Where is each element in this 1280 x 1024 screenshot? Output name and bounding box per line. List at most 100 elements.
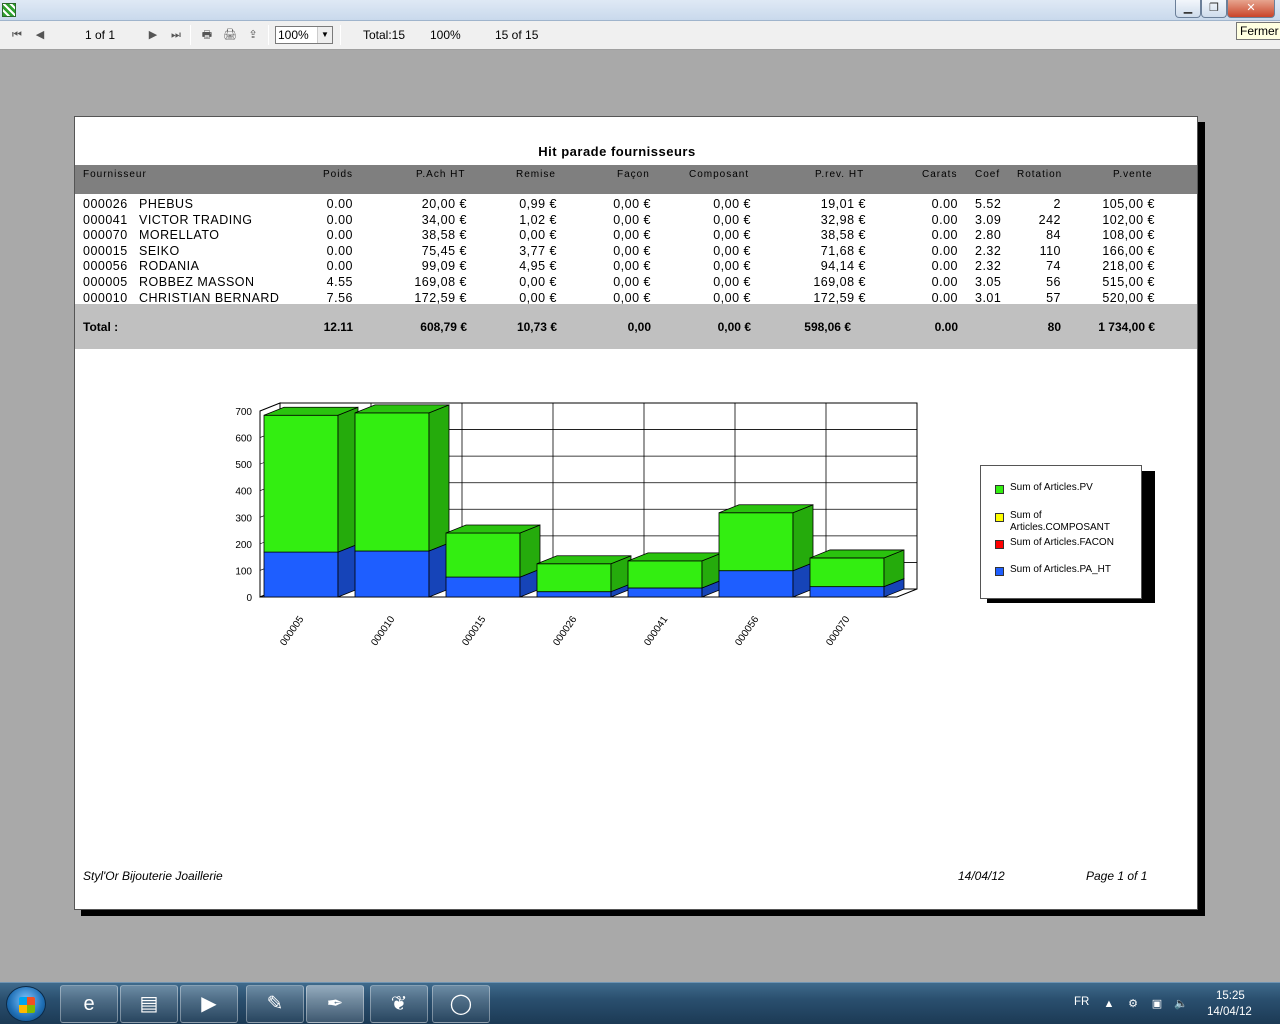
- cell-rotation: 242: [1038, 212, 1061, 227]
- cell-poids: 0.00: [326, 212, 353, 227]
- col-pvente: P.vente: [1113, 169, 1153, 180]
- total-composant: 0,00 €: [717, 320, 751, 334]
- bar-side: [428, 404, 450, 552]
- cell-composant: 0,00 €: [713, 275, 751, 289]
- file-explorer-icon[interactable]: ▤: [120, 985, 178, 1023]
- cell-pach: 172,59 €: [414, 290, 467, 305]
- cell-pvente: 520,00 €: [1102, 290, 1155, 305]
- cell-pach: 20,00 €: [421, 197, 467, 211]
- clock-date[interactable]: 14/04/12: [1207, 1006, 1252, 1018]
- media-player-icon[interactable]: ▶: [180, 985, 238, 1023]
- printer-setup-icon[interactable]: 🖨: [222, 28, 238, 42]
- page-indicator: 1 of 1: [85, 28, 116, 42]
- col-remise: Remise: [516, 169, 556, 180]
- report-toolbar: ⏮ ◀ 1 of 1 ▶ ⏭ 🖶 🖨 ⇪ 100% ▼ Total:15 100…: [0, 21, 1280, 50]
- report-page: Hit parade fournisseurs Fournisseur Poid…: [74, 116, 1198, 910]
- network-icon[interactable]: ▣: [1150, 997, 1164, 1011]
- action-center-icon[interactable]: ⚙: [1126, 997, 1140, 1011]
- cell-rotation: 2: [1053, 197, 1061, 211]
- cell-coef: 2.32: [975, 243, 1002, 258]
- y-tick-label: 300: [235, 513, 252, 524]
- total-band: Total : 12.11 608,79 € 10,73 € 0,00 0,00…: [75, 304, 1197, 349]
- clock-time[interactable]: 15:25: [1216, 990, 1245, 1002]
- legend-swatch: [995, 567, 1004, 576]
- cell-prev: 169,08 €: [813, 275, 866, 289]
- cell-composant: 0,00 €: [713, 259, 751, 274]
- cell-code: 000041: [83, 212, 128, 227]
- cell-code: 000005: [83, 275, 128, 289]
- minimize-button[interactable]: ▁: [1175, 0, 1201, 18]
- bar-segment: [718, 570, 794, 598]
- cell-prev: 32,98 €: [820, 212, 866, 227]
- maximize-button[interactable]: ❐: [1201, 0, 1227, 18]
- cell-remise: 0,00 €: [519, 275, 557, 289]
- cell-pvente: 218,00 €: [1102, 259, 1155, 274]
- window-titlebar: ▁ ❐ ✕: [0, 0, 1280, 21]
- cell-poids: 0.00: [326, 243, 353, 258]
- volume-muted-icon[interactable]: 🔈: [1174, 997, 1188, 1011]
- cell-coef: 3.01: [975, 290, 1002, 305]
- col-carats: Carats: [922, 169, 958, 180]
- total-facon: 0,00: [627, 320, 651, 334]
- language-indicator[interactable]: FR: [1074, 996, 1089, 1008]
- bar-segment: [536, 563, 612, 593]
- bar-segment: [718, 512, 794, 572]
- cell-remise: 0,00 €: [519, 228, 557, 243]
- x-tick-label: 000041: [642, 614, 670, 648]
- zoom-select[interactable]: 100% ▼: [275, 26, 333, 44]
- start-button[interactable]: [6, 986, 46, 1022]
- cell-facon: 0,00 €: [613, 259, 651, 274]
- col-composant: Composant: [689, 169, 750, 180]
- x-tick-label: 000010: [369, 614, 397, 648]
- cell-name: CHRISTIAN BERNARD: [139, 290, 280, 305]
- first-page-icon[interactable]: ⏮: [9, 28, 25, 42]
- cell-facon: 0,00 €: [613, 212, 651, 227]
- cell-pvente: 166,00 €: [1102, 243, 1155, 258]
- cell-name: MORELLATO: [139, 228, 220, 243]
- cell-coef: 2.80: [975, 228, 1002, 243]
- records-count: 15 of 15: [495, 28, 539, 42]
- previous-page-icon[interactable]: ◀: [32, 28, 48, 42]
- internet-explorer-icon[interactable]: e: [60, 985, 118, 1023]
- y-tick-label: 100: [235, 566, 252, 577]
- cell-pvente: 108,00 €: [1102, 228, 1155, 243]
- dropdown-arrow-icon[interactable]: ▼: [317, 27, 332, 43]
- cell-name: ROBBEZ MASSON: [139, 275, 255, 289]
- cell-rotation: 57: [1046, 290, 1061, 305]
- paint-icon[interactable]: ✎: [246, 985, 304, 1023]
- cell-coef: 3.05: [975, 275, 1002, 289]
- print-icon[interactable]: 🖶: [199, 28, 215, 42]
- leaf-app-icon[interactable]: ❦: [370, 985, 428, 1023]
- cell-rotation: 74: [1046, 259, 1061, 274]
- bar-segment: [536, 591, 612, 598]
- x-tick-label: 000070: [824, 614, 852, 648]
- cell-facon: 0,00 €: [613, 197, 651, 211]
- close-tooltip: Fermer: [1236, 22, 1280, 40]
- y-tick-label: 500: [235, 460, 252, 471]
- cell-composant: 0,00 €: [713, 228, 751, 243]
- legend-label: Sum of Articles.PA_HT: [1010, 564, 1111, 575]
- app-icon: [2, 3, 16, 17]
- close-button[interactable]: ✕: [1227, 0, 1275, 18]
- quill-app-icon[interactable]: ✒: [306, 985, 364, 1023]
- show-hidden-icons-icon[interactable]: ▲: [1102, 997, 1116, 1011]
- bar-segment: [354, 412, 430, 552]
- last-page-icon[interactable]: ⏭: [168, 28, 184, 42]
- table-row: 000015 SEIKO 0.00 75,45 € 3,77 € 0,00 € 0,00 €…: [75, 244, 1197, 260]
- cell-facon: 0,00 €: [613, 275, 651, 289]
- next-page-icon[interactable]: ▶: [145, 28, 161, 42]
- cell-rotation: 84: [1046, 228, 1061, 243]
- col-rotation: Rotation: [1017, 169, 1063, 180]
- ring-app-icon[interactable]: ◯: [432, 985, 490, 1023]
- footer-date: 14/04/12: [958, 869, 1005, 883]
- bar-segment: [354, 550, 430, 598]
- x-tick-label: 000005: [278, 614, 306, 648]
- y-tick-label: 200: [235, 540, 252, 551]
- cell-name: VICTOR TRADING: [139, 212, 253, 227]
- export-icon[interactable]: ⇪: [245, 28, 261, 42]
- cell-facon: 0,00 €: [613, 228, 651, 243]
- cell-name: SEIKO: [139, 243, 180, 258]
- cell-pach: 75,45 €: [421, 243, 467, 258]
- table-row: 000056 RODANIA 0.00 99,09 € 4,95 € 0,00 € 0,00…: [75, 259, 1197, 275]
- cell-code: 000056: [83, 259, 128, 274]
